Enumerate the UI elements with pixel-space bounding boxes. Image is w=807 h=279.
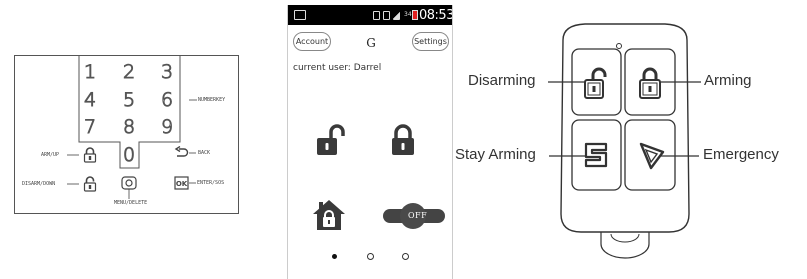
label-disarm-down: DISARM/DOWN: [22, 181, 56, 187]
emergency-button: [624, 119, 676, 191]
page-dot-3[interactable]: [402, 253, 409, 260]
key-8[interactable]: 8: [117, 117, 141, 138]
lock-icon[interactable]: [83, 147, 97, 163]
signal-icon: [393, 10, 400, 20]
ok-box-icon[interactable]: OK: [174, 176, 189, 190]
key-7[interactable]: 7: [78, 117, 102, 138]
clock: 08:53: [419, 8, 453, 23]
label-numberkey: NUMBERKEY: [198, 97, 226, 103]
remote-diagram: [548, 23, 701, 259]
key-4[interactable]: 4: [78, 90, 102, 111]
lock-icon[interactable]: [389, 123, 417, 157]
key-6[interactable]: 6: [155, 90, 179, 111]
toggle-label: OFF: [408, 211, 428, 220]
alarm-icon: [373, 10, 380, 20]
page-dot-1[interactable]: [332, 254, 337, 259]
label-back: BACK: [198, 150, 211, 156]
disarming-label: Disarming: [468, 72, 536, 89]
app-title: G: [366, 36, 376, 50]
key-9[interactable]: 9: [155, 117, 179, 138]
image-notification-icon: [294, 10, 306, 20]
app-bar: Account G Settings: [288, 25, 452, 57]
key-2[interactable]: 2: [117, 62, 141, 83]
menu-circle-icon[interactable]: [121, 176, 137, 190]
settings-button[interactable]: Settings: [412, 32, 449, 51]
home-arm-icon[interactable]: [312, 198, 346, 232]
stay-arming-label: Stay Arming: [455, 146, 536, 163]
phone-screen: 34% 08:53 Account G Settings current use…: [287, 5, 453, 279]
unlock-icon[interactable]: [83, 176, 97, 192]
current-user-text: current user: Darrel: [293, 63, 382, 73]
key-0[interactable]: 0: [117, 145, 141, 166]
stay-arm-button: [571, 119, 622, 191]
label-arm-up: ARM/UP: [41, 152, 60, 158]
keypad-diagram: 1 2 3 4 5 6 7 8 9 0 OK NUMBERKEY ARM/UP …: [14, 55, 239, 214]
back-arrow-icon[interactable]: [174, 146, 189, 160]
arming-label: Arming: [704, 72, 752, 89]
key-3[interactable]: 3: [155, 62, 179, 83]
key-5[interactable]: 5: [117, 90, 141, 111]
unlock-icon[interactable]: [314, 123, 348, 157]
status-bar: 34% 08:53: [288, 5, 453, 25]
emergency-label: Emergency: [703, 146, 779, 163]
sim-icon: [383, 10, 390, 20]
key-1[interactable]: 1: [78, 62, 102, 83]
account-button[interactable]: Account: [293, 32, 331, 51]
ok-text: OK: [176, 180, 188, 188]
label-menu-delete: MENU/DELETE: [114, 200, 148, 206]
status-icons: [373, 10, 400, 20]
battery-icon: [412, 10, 418, 20]
label-enter-sos: ENTER/SOS: [197, 180, 225, 186]
page-dot-2[interactable]: [367, 253, 374, 260]
